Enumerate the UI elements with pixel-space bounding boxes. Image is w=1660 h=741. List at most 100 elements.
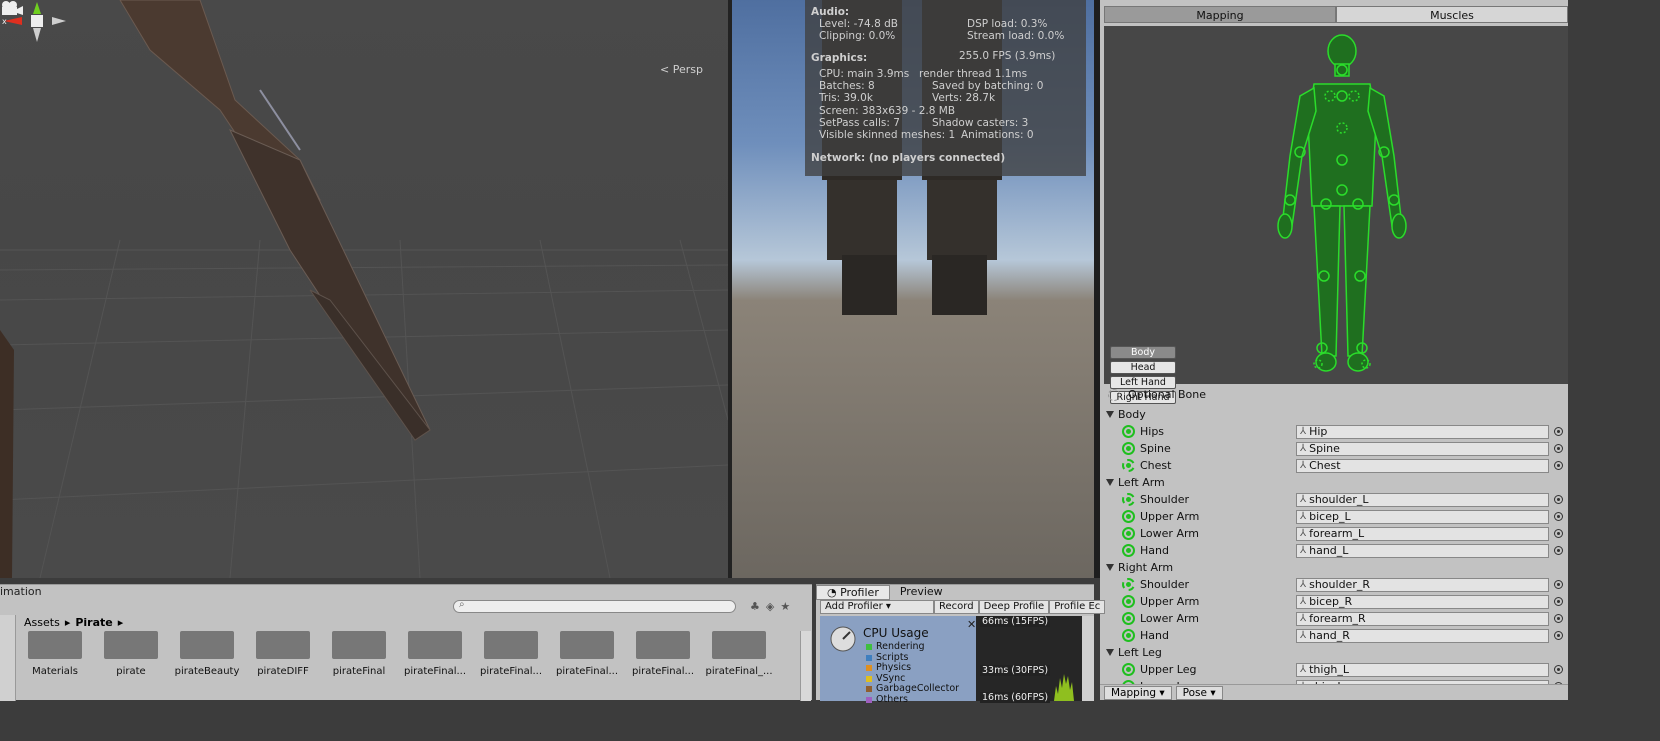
bone-transform-field[interactable]: ⅄ forearm_R: [1296, 611, 1549, 626]
profile-editor-button[interactable]: Profile Ec: [1049, 600, 1106, 614]
tab-muscles[interactable]: Muscles: [1336, 6, 1568, 23]
breadcrumb-assets[interactable]: Assets: [24, 616, 60, 629]
asset-item[interactable]: pirateFinal_...: [704, 631, 774, 677]
object-picker-icon[interactable]: [1554, 665, 1563, 674]
folder-tree-scroll[interactable]: [0, 615, 16, 701]
transform-icon: ⅄: [1300, 579, 1307, 590]
bone-transform-field[interactable]: ⅄ thigh_L: [1296, 662, 1549, 677]
avatar-body-view: Body Head Left Hand Right Hand: [1104, 26, 1568, 404]
object-picker-icon[interactable]: [1554, 461, 1563, 470]
asset-item[interactable]: Materials: [20, 631, 90, 677]
bone-transform-field[interactable]: ⅄ shoulder_R: [1296, 577, 1549, 592]
profiler-scrollbar[interactable]: [1082, 616, 1094, 701]
bone-status-icon[interactable]: [1122, 595, 1135, 608]
search-input[interactable]: ⌕: [453, 599, 736, 613]
profiler-panel: ◔ Profiler Preview Add Profiler ▾ Record…: [816, 584, 1106, 704]
bone-transform-field[interactable]: ⅄ bicep_L: [1296, 509, 1549, 524]
bone-group-header[interactable]: Right Arm: [1106, 559, 1173, 576]
bone-transform-field[interactable]: ⅄ shoulder_L: [1296, 492, 1549, 507]
bone-row: Shoulder ⅄ shoulder_L: [1122, 491, 1563, 508]
asset-item[interactable]: pirateFinal...: [628, 631, 698, 677]
body-part-head-button[interactable]: Head: [1110, 361, 1176, 374]
tab-preview[interactable]: Preview: [890, 585, 953, 600]
bone-status-icon[interactable]: [1122, 629, 1135, 642]
bone-transform-field[interactable]: ⅄ Spine: [1296, 441, 1549, 456]
legend-item[interactable]: Others: [866, 694, 959, 706]
object-picker-icon[interactable]: [1554, 580, 1563, 589]
asset-item[interactable]: pirate: [96, 631, 166, 677]
camera-icon[interactable]: [0, 0, 24, 16]
bone-status-icon[interactable]: [1122, 544, 1135, 557]
unity-editor: x < Persp Audio: Level: -74.8 dB DSP load…: [0, 0, 1568, 704]
deep-profile-button[interactable]: Deep Profile: [978, 600, 1050, 614]
close-icon[interactable]: ✕: [967, 618, 976, 631]
asset-item[interactable]: pirateBeauty: [172, 631, 242, 677]
legend-item[interactable]: Physics: [866, 662, 959, 674]
tab-mapping[interactable]: Mapping: [1104, 6, 1336, 23]
cpu-legend: Rendering Scripts Physics VSync GarbageColle…: [866, 641, 959, 706]
bone-status-icon[interactable]: [1122, 578, 1135, 591]
cpu-usage-area[interactable]: CPU Usage ✕ Rendering Scripts Physics VSync…: [820, 616, 976, 704]
bone-group-header[interactable]: Left Arm: [1106, 474, 1165, 491]
bone-name: Hand: [1140, 629, 1169, 642]
object-picker-icon[interactable]: [1554, 614, 1563, 623]
object-picker-icon[interactable]: [1554, 631, 1563, 640]
cpu-graph[interactable]: 66ms (15FPS) 33ms (30FPS) 16ms (60FPS): [976, 616, 1082, 703]
game-view[interactable]: Audio: Level: -74.8 dB DSP load: 0.3% Cli…: [732, 0, 1094, 578]
tab-profiler[interactable]: ◔ Profiler: [816, 585, 890, 600]
object-picker-icon[interactable]: [1554, 444, 1563, 453]
body-part-body-button[interactable]: Body: [1110, 346, 1176, 359]
object-picker-icon[interactable]: [1554, 597, 1563, 606]
bone-status-icon[interactable]: [1122, 527, 1135, 540]
bone-group-header[interactable]: Left Leg: [1106, 644, 1162, 661]
bone-transform-field[interactable]: ⅄ forearm_L: [1296, 526, 1549, 541]
asset-item[interactable]: pirateFinal...: [552, 631, 622, 677]
bone-transform-field[interactable]: ⅄ Chest: [1296, 458, 1549, 473]
asset-scrollbar[interactable]: [800, 631, 811, 701]
legend-item[interactable]: GarbageCollector: [866, 683, 959, 695]
legend-item[interactable]: Rendering: [866, 641, 959, 653]
bone-status-icon[interactable]: [1122, 425, 1135, 438]
profiler-tabs: ◔ Profiler Preview: [816, 585, 953, 600]
bone-status-icon[interactable]: [1122, 459, 1135, 472]
bone-status-icon[interactable]: [1122, 663, 1135, 676]
bone-transform-field[interactable]: ⅄ Hip: [1296, 424, 1549, 439]
bone-status-icon[interactable]: [1122, 493, 1135, 506]
object-picker-icon[interactable]: [1554, 495, 1563, 504]
animation-tab[interactable]: imation: [0, 585, 42, 599]
bone-status-icon[interactable]: [1122, 612, 1135, 625]
bone-group-header[interactable]: Body: [1106, 406, 1146, 423]
object-picker-icon[interactable]: [1554, 427, 1563, 436]
stats-cell: render thread 1.1ms: [919, 67, 1028, 80]
bone-status-icon[interactable]: [1122, 442, 1135, 455]
filter-type-icon[interactable]: ♣: [750, 600, 760, 613]
record-button[interactable]: Record: [934, 600, 979, 614]
breadcrumb-pirate[interactable]: Pirate: [75, 616, 112, 629]
asset-thumbnail: [104, 631, 158, 659]
projection-label[interactable]: < Persp: [660, 63, 703, 76]
bone-status-icon[interactable]: [1122, 510, 1135, 523]
mapping-dropdown[interactable]: Mapping ▾: [1104, 686, 1172, 700]
asset-item[interactable]: pirateFinal...: [400, 631, 470, 677]
object-picker-icon[interactable]: [1554, 529, 1563, 538]
object-picker-icon[interactable]: [1554, 512, 1563, 521]
filter-label-icon[interactable]: ◈: [766, 600, 774, 613]
bone-row: Hand ⅄ hand_L: [1122, 542, 1563, 559]
asset-label: pirateFinal...: [403, 666, 467, 677]
asset-item[interactable]: pirateFinal: [324, 631, 394, 677]
stats-row: Clipping: 0.0% Stream load: 0.0%: [811, 30, 1080, 42]
bone-transform-field[interactable]: ⅄ hand_L: [1296, 543, 1549, 558]
bone-transform-value: Chest: [1309, 459, 1341, 472]
bone-transform-field[interactable]: ⅄ bicep_R: [1296, 594, 1549, 609]
pose-dropdown[interactable]: Pose ▾: [1175, 686, 1223, 700]
stats-row: Level: -74.8 dB DSP load: 0.3%: [811, 18, 1080, 30]
bone-transform-field[interactable]: ⅄ hand_R: [1296, 628, 1549, 643]
transform-icon: ⅄: [1300, 426, 1307, 437]
asset-item[interactable]: pirateFinal...: [476, 631, 546, 677]
favorite-icon[interactable]: ★: [780, 600, 790, 613]
asset-item[interactable]: pirateDIFF: [248, 631, 318, 677]
object-picker-icon[interactable]: [1554, 546, 1563, 555]
scene-view[interactable]: x < Persp: [0, 0, 728, 578]
add-profiler-dropdown[interactable]: Add Profiler ▾: [820, 600, 934, 614]
bone-group-label: Left Arm: [1118, 476, 1165, 489]
